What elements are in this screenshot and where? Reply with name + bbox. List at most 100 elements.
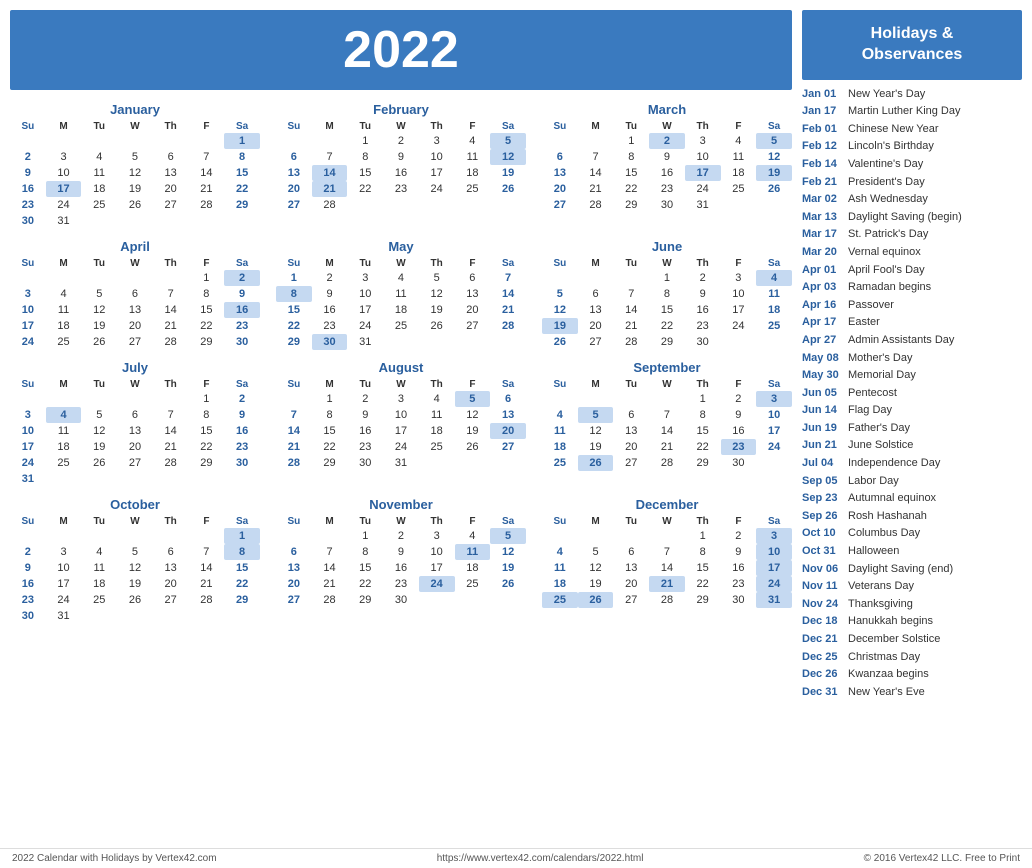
- holiday-name: April Fool's Day: [848, 262, 925, 280]
- day-cell: 4: [542, 544, 578, 560]
- holiday-name: New Year's Day: [848, 86, 925, 104]
- day-cell: [189, 471, 225, 487]
- day-header: M: [312, 120, 348, 133]
- holiday-date: Sep 23: [802, 490, 842, 508]
- day-cell: [578, 391, 614, 407]
- list-item: Sep 23Autumnal equinox: [802, 490, 1022, 508]
- day-cell: 5: [578, 407, 614, 423]
- day-cell: 6: [490, 391, 526, 407]
- day-cell: 16: [10, 181, 46, 197]
- day-cell: 3: [419, 528, 455, 544]
- day-cell: 17: [383, 423, 419, 439]
- day-cell: 21: [613, 318, 649, 334]
- day-cell: 2: [383, 133, 419, 149]
- day-cell: 3: [419, 133, 455, 149]
- month-title: September: [542, 360, 792, 375]
- day-cell: 7: [613, 286, 649, 302]
- day-cell: 5: [81, 286, 117, 302]
- day-cell: 19: [490, 165, 526, 181]
- day-cell: 16: [383, 165, 419, 181]
- list-item: Feb 21President's Day: [802, 174, 1022, 192]
- holiday-date: Jan 01: [802, 86, 842, 104]
- day-header: Sa: [490, 515, 526, 528]
- list-item: Jan 01 New Year's Day: [802, 86, 1022, 104]
- day-cell: 18: [81, 576, 117, 592]
- day-cell: [578, 270, 614, 286]
- day-cell: 2: [10, 544, 46, 560]
- holiday-date: Nov 11: [802, 578, 842, 596]
- day-cell: [153, 391, 189, 407]
- holiday-name: Veterans Day: [848, 578, 914, 596]
- list-item: Mar 02Ash Wednesday: [802, 191, 1022, 209]
- day-cell: 3: [10, 286, 46, 302]
- day-cell: 18: [81, 181, 117, 197]
- day-cell: [649, 528, 685, 544]
- holiday-name: Memorial Day: [848, 367, 916, 385]
- holiday-date: Dec 25: [802, 649, 842, 667]
- month-january: JanuarySuMTuWThFSa1234567891011121314151…: [10, 102, 260, 229]
- day-cell: 21: [490, 302, 526, 318]
- day-cell: [153, 133, 189, 149]
- list-item: Jul 04Independence Day: [802, 455, 1022, 473]
- month-april: AprilSuMTuWThFSa123456789101112131415161…: [10, 239, 260, 350]
- day-cell: 8: [685, 407, 721, 423]
- day-cell: 11: [756, 286, 792, 302]
- month-table: SuMTuWThFSa12345678910111213141516171819…: [10, 515, 260, 624]
- day-cell: 16: [347, 423, 383, 439]
- day-cell: 27: [276, 197, 312, 213]
- holiday-name: Valentine's Day: [848, 156, 923, 174]
- day-cell: [224, 608, 260, 624]
- day-cell: 30: [721, 592, 757, 608]
- day-cell: 4: [81, 544, 117, 560]
- day-header: Su: [276, 378, 312, 391]
- list-item: Feb 12Lincoln's Birthday: [802, 138, 1022, 156]
- day-cell: [490, 197, 526, 213]
- day-cell: 25: [383, 318, 419, 334]
- month-november: NovemberSuMTuWThFSa123456789101112131415…: [276, 497, 526, 624]
- day-cell: [153, 528, 189, 544]
- day-cell: 10: [46, 560, 82, 576]
- day-cell: 24: [347, 318, 383, 334]
- year-header: 2022: [10, 10, 792, 90]
- month-title: May: [276, 239, 526, 254]
- day-cell: 26: [117, 592, 153, 608]
- day-cell: 11: [455, 544, 491, 560]
- day-header: Th: [153, 120, 189, 133]
- day-header: Th: [685, 515, 721, 528]
- day-cell: 7: [312, 544, 348, 560]
- year-label: 2022: [343, 21, 459, 79]
- day-cell: 27: [153, 592, 189, 608]
- day-cell: 24: [383, 439, 419, 455]
- list-item: Feb 01Chinese New Year: [802, 121, 1022, 139]
- list-item: Mar 20Vernal equinox: [802, 244, 1022, 262]
- day-cell: 6: [153, 149, 189, 165]
- day-cell: 16: [10, 576, 46, 592]
- day-cell: 1: [224, 528, 260, 544]
- list-item: Feb 14Valentine's Day: [802, 156, 1022, 174]
- holiday-date: May 08: [802, 350, 842, 368]
- holiday-name: President's Day: [848, 174, 925, 192]
- day-cell: 12: [419, 286, 455, 302]
- day-header: W: [383, 515, 419, 528]
- day-header: F: [721, 257, 757, 270]
- list-item: May 08Mother's Day: [802, 350, 1022, 368]
- day-cell: [756, 197, 792, 213]
- day-cell: 27: [276, 592, 312, 608]
- holiday-name: Rosh Hashanah: [848, 508, 927, 526]
- day-cell: 3: [46, 149, 82, 165]
- day-cell: [383, 334, 419, 350]
- day-cell: [455, 197, 491, 213]
- month-table: SuMTuWThFSa12345678910111213141516171819…: [542, 515, 792, 608]
- day-cell: 5: [490, 528, 526, 544]
- day-cell: 20: [117, 318, 153, 334]
- day-cell: 29: [649, 334, 685, 350]
- day-cell: 22: [276, 318, 312, 334]
- day-cell: [10, 133, 46, 149]
- day-header: Tu: [81, 378, 117, 391]
- day-cell: [46, 270, 82, 286]
- day-cell: 26: [490, 576, 526, 592]
- day-cell: 11: [542, 560, 578, 576]
- day-cell: 6: [117, 286, 153, 302]
- day-header: Tu: [347, 257, 383, 270]
- day-cell: 19: [455, 423, 491, 439]
